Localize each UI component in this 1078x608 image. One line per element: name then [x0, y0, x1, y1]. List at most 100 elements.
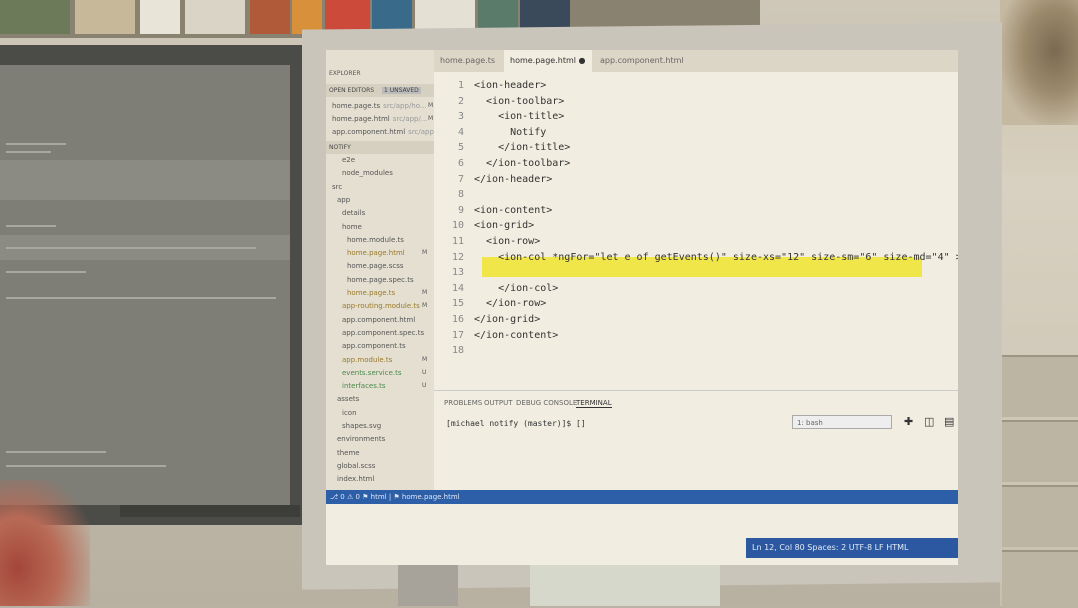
- open-editors-header[interactable]: OPEN EDITORS 1 UNSAVED: [326, 84, 434, 97]
- file-name: global.scss: [337, 461, 376, 470]
- file-name: assets: [337, 395, 360, 404]
- file-tree-item[interactable]: theme: [337, 447, 360, 459]
- tab-problems[interactable]: PROBLEMS: [444, 399, 482, 407]
- file-tree-item[interactable]: app.component.spec.ts: [342, 327, 424, 339]
- line-number: 11: [451, 236, 464, 247]
- git-status-badge: M: [422, 249, 428, 257]
- line-number: 17: [451, 329, 464, 341]
- cabinet-drawer: [1002, 550, 1078, 608]
- tab-debug-console[interactable]: DEBUG CONSOLE: [516, 399, 577, 407]
- code-line: <ion-grid>: [474, 220, 535, 232]
- status-bar: ⎇ 0 ⚠ 0 ⚑ html | ⚑ home.page.html: [326, 490, 958, 504]
- file-tree-item[interactable]: src: [332, 181, 342, 193]
- file-tree-item[interactable]: home: [342, 221, 362, 233]
- code-line: <ion-content>: [474, 204, 553, 216]
- file-tree-item[interactable]: e2e: [342, 154, 355, 166]
- file-name: home.page.ts: [347, 289, 396, 297]
- file-tree-item[interactable]: app.component.html: [342, 314, 415, 326]
- file-tree-item[interactable]: app: [337, 194, 350, 206]
- file-name: theme: [337, 448, 360, 457]
- code-line: <ion-toolbar>: [474, 95, 565, 107]
- file-tree-item[interactable]: app.module.ts M: [342, 354, 427, 366]
- project-header[interactable]: NOTIFY: [326, 141, 434, 154]
- file-tree-item[interactable]: home.page.html M: [347, 247, 427, 259]
- file-name: node_modules: [342, 169, 393, 178]
- explorer-title: EXPLORER: [329, 70, 361, 77]
- open-editor-name: home.page.html: [332, 115, 390, 123]
- status-right[interactable]: Ln 12, Col 80 Spaces: 2 UTF-8 LF HTML: [752, 543, 908, 552]
- explorer-sidebar: EXPLORER OPEN EDITORS 1 UNSAVED home.pag…: [326, 50, 434, 500]
- file-tree-item[interactable]: app.component.ts: [342, 340, 406, 352]
- git-status-badge: M: [422, 355, 428, 363]
- plant: [1000, 0, 1078, 125]
- file-name: src: [332, 182, 343, 191]
- file-name: app: [337, 195, 351, 204]
- line-number: 6: [457, 158, 464, 169]
- file-name: details: [342, 209, 366, 218]
- screen-text-line: [6, 247, 256, 249]
- add-terminal-icon[interactable]: ✚: [904, 415, 913, 428]
- book: [185, 0, 245, 34]
- file-name: home.page.spec.ts: [347, 275, 414, 284]
- split-terminal-icon[interactable]: ◫: [924, 415, 934, 428]
- file-name: environments: [337, 435, 386, 444]
- file-tree-item[interactable]: home.page.ts M: [347, 287, 427, 299]
- file-tree-item[interactable]: home.page.spec.ts: [347, 274, 414, 286]
- tab-home-page-ts[interactable]: home.page.ts: [434, 50, 501, 72]
- tab-output[interactable]: OUTPUT: [484, 399, 513, 407]
- file-tree-item[interactable]: assets: [337, 393, 359, 405]
- file-tree-item[interactable]: events.service.ts U: [342, 367, 426, 379]
- vscode-window: EXPLORER OPEN EDITORS 1 UNSAVED home.pag…: [326, 50, 958, 565]
- file-tree-item[interactable]: icon: [342, 407, 357, 419]
- file-name: home.page.html: [347, 249, 405, 258]
- open-editor-path: src/app/...: [392, 115, 428, 123]
- open-editor-item[interactable]: home.page.ts src/app/ho... M: [332, 100, 433, 112]
- book: [140, 0, 180, 34]
- tab-app-component-html[interactable]: app.component.html: [594, 50, 690, 72]
- screen-text-line: [6, 143, 66, 145]
- open-editor-name: home.page.ts: [332, 102, 381, 110]
- file-name: index.html: [337, 475, 375, 484]
- screen-text-line: [6, 297, 276, 299]
- trash-icon[interactable]: ▤: [944, 415, 954, 428]
- cabinet-drawer: [1002, 355, 1078, 417]
- file-name: app-routing.module.ts: [342, 302, 420, 311]
- file-name: app.module.ts: [342, 355, 393, 364]
- editor-tabs: home.page.ts home.page.html ● app.compon…: [434, 50, 958, 72]
- cabinet-drawer: [1002, 485, 1078, 547]
- file-tree-item[interactable]: details: [342, 207, 365, 219]
- open-editor-path: src/app: [408, 128, 434, 136]
- code-line: Notify: [474, 126, 547, 138]
- file-tree-item[interactable]: index.html: [337, 473, 374, 485]
- file-tree-item[interactable]: node_modules: [342, 167, 393, 179]
- line-number: 1: [457, 80, 464, 91]
- screen-text-line: [6, 465, 166, 467]
- code-editor[interactable]: 1 <ion-header> 2 <ion-toolbar> 3 <ion-title…: [434, 72, 958, 390]
- tab-home-page-html[interactable]: home.page.html ●: [504, 50, 592, 72]
- status-bar-right: Ln 12, Col 80 Spaces: 2 UTF-8 LF HTML: [746, 538, 958, 558]
- shell-select[interactable]: 1: bash: [792, 415, 892, 429]
- open-editor-item[interactable]: home.page.html src/app/... M: [332, 113, 433, 125]
- open-editor-item[interactable]: app.component.html src/app: [332, 126, 434, 138]
- file-tree-item[interactable]: home.page.scss: [347, 260, 404, 272]
- file-tree-item[interactable]: environments: [337, 433, 385, 445]
- file-tree-item[interactable]: home.module.ts: [347, 234, 404, 246]
- file-name: app.component.spec.ts: [342, 328, 425, 337]
- tab-terminal[interactable]: TERMINAL: [576, 399, 612, 408]
- open-editor-name: app.component.html: [332, 128, 406, 136]
- file-name: interfaces.ts: [342, 382, 386, 391]
- file-tree-item[interactable]: app-routing.module.ts M: [342, 300, 427, 312]
- cabinet-drawer: [1002, 420, 1078, 482]
- file-tree-item[interactable]: interfaces.ts U: [342, 380, 426, 392]
- terminal-prompt[interactable]: [michael notify (master)]$ []: [446, 419, 586, 428]
- code-line: </ion-header>: [474, 173, 553, 185]
- book: [75, 0, 135, 34]
- status-left[interactable]: ⎇ 0 ⚠ 0 ⚑ html | ⚑ home.page.html: [330, 493, 460, 501]
- git-status-badge: M: [422, 289, 428, 296]
- file-tree-item[interactable]: global.scss: [337, 460, 375, 472]
- code-line: </ion-toolbar>: [474, 158, 571, 169]
- screen-text-line: [6, 271, 86, 273]
- code-line: <ion-title>: [474, 111, 565, 123]
- file-tree-item[interactable]: shapes.svg: [342, 420, 381, 432]
- left-monitor-bezel: [120, 505, 300, 517]
